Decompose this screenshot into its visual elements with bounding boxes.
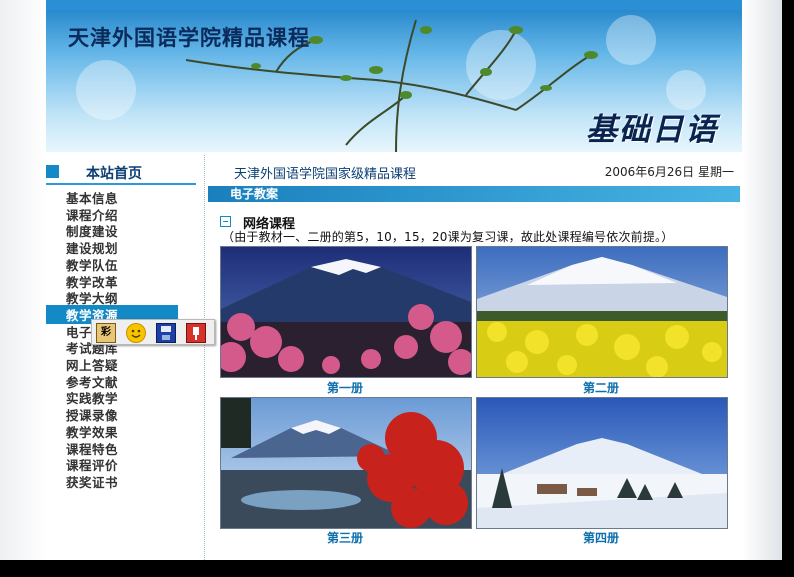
section-title: 电子教案	[230, 187, 279, 201]
browser-page: 天津外国语学院精品课程 基础日语 本站首页 天津外国语学院国家级精品课程 200…	[0, 0, 782, 560]
volume-2-caption[interactable]: 第二册	[476, 379, 726, 396]
home-link[interactable]: 本站首页	[86, 163, 142, 183]
header-banner: 天津外国语学院精品课程 基础日语	[46, 0, 742, 152]
collapse-minus-icon[interactable]	[220, 216, 231, 227]
smiley-icon[interactable]	[126, 323, 146, 343]
volume-1-caption[interactable]: 第一册	[220, 379, 470, 396]
floating-image-toolbar: 彩	[91, 319, 215, 345]
volume-3-caption[interactable]: 第三册	[220, 529, 470, 546]
column-divider	[204, 155, 205, 560]
nav-item-award-certificates[interactable]: 获奖证书	[66, 472, 118, 491]
sub-header-bar: 本站首页 天津外国语学院国家级精品课程 2006年6月26日 星期一	[46, 152, 742, 188]
volume-2-image[interactable]	[476, 246, 728, 378]
left-navigation: 基本信息 课程介绍 制度建设 建设规划 教学队伍 教学改革 教学大纲 教学资源 …	[46, 188, 204, 560]
home-marker-square	[46, 165, 59, 178]
screen-bottom-edge	[0, 560, 794, 577]
volume-4-caption[interactable]: 第四册	[476, 529, 726, 546]
smiley-face-graphic	[131, 329, 141, 338]
volume-3-image[interactable]	[220, 397, 472, 529]
fuji-rapeseed-field-image	[477, 247, 727, 377]
course-title: 基础日语	[586, 112, 718, 148]
pin-graphic	[193, 327, 199, 340]
course-numbering-note: （由于教材一、二册的第5，10，15，20课为复习课，故此处课程编号依次前提。）	[222, 230, 674, 244]
page-left-margin	[0, 0, 46, 560]
pin-icon[interactable]	[186, 323, 206, 343]
fuji-winter-snow-image	[477, 398, 727, 528]
date-display: 2006年6月26日 星期一	[604, 165, 734, 179]
save-icon[interactable]	[156, 323, 176, 343]
home-underline	[46, 183, 196, 185]
section-header-bar: 电子教案	[208, 186, 740, 202]
volume-4-image[interactable]	[476, 397, 728, 529]
fuji-autumn-maple-image	[221, 398, 471, 528]
site-title: 天津外国语学院精品课程	[68, 25, 310, 50]
volume-1-image[interactable]	[220, 246, 472, 378]
color-palette-icon[interactable]: 彩	[96, 323, 116, 343]
floppy-disk-graphic	[161, 326, 171, 340]
page-right-margin	[742, 0, 782, 560]
fuji-cherry-blossom-image	[221, 247, 471, 377]
scrolling-marquee-text: 天津外国语学院国家级精品课程	[234, 167, 417, 182]
